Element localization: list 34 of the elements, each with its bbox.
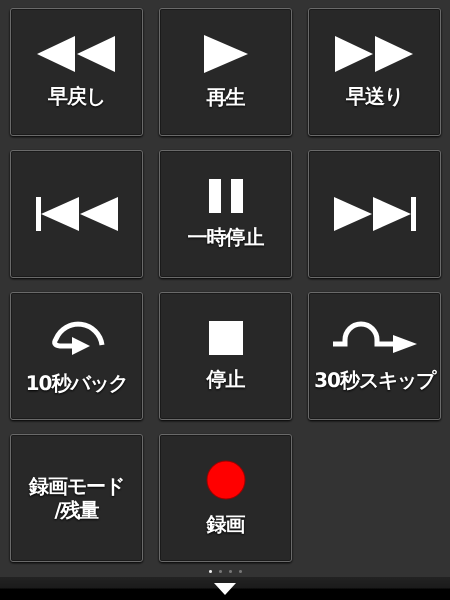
remote-button[interactable]: 録画モード /残量 xyxy=(10,434,143,562)
button-label: 30秒スキップ xyxy=(314,368,435,392)
remote-button[interactable]: 一時停止 xyxy=(159,150,292,278)
remote-button[interactable]: 10秒バック xyxy=(10,292,143,420)
button-label: 再生 xyxy=(206,85,244,109)
button-label: 録画モード /残量 xyxy=(29,474,124,522)
curved-arrow-icon xyxy=(332,320,416,356)
record-icon xyxy=(206,460,246,500)
button-label: 10秒バック xyxy=(26,371,128,395)
page-dot[interactable] xyxy=(208,570,212,573)
remote-button[interactable] xyxy=(308,150,441,278)
remote-button[interactable]: 早戻し xyxy=(10,8,143,136)
remote-button[interactable]: 早送り xyxy=(308,8,441,136)
caret-icon[interactable] xyxy=(214,582,236,595)
pause-icon xyxy=(208,179,242,213)
stop-icon xyxy=(208,321,242,355)
remote-button[interactable]: 再生 xyxy=(159,8,292,136)
page-dot[interactable] xyxy=(218,570,222,573)
play-icon xyxy=(204,35,248,73)
remote-button[interactable] xyxy=(10,150,143,278)
remote-button[interactable]: 停止 xyxy=(159,292,292,420)
button-label: 一時停止 xyxy=(188,225,264,249)
remote-button[interactable]: 録画 xyxy=(159,434,292,562)
rewind-icon xyxy=(36,36,116,72)
skip-back-icon xyxy=(36,197,118,231)
button-label: 停止 xyxy=(206,367,244,391)
remote-button[interactable]: 30秒スキップ xyxy=(308,292,441,420)
button-label: 録画 xyxy=(206,512,244,536)
page-dot[interactable] xyxy=(238,570,242,573)
page-dot[interactable] xyxy=(228,570,232,573)
button-label: 早送り xyxy=(346,84,403,108)
fast-forward-icon xyxy=(334,36,414,72)
skip-forward-icon xyxy=(334,197,416,231)
button-label: 早戻し xyxy=(48,84,105,108)
